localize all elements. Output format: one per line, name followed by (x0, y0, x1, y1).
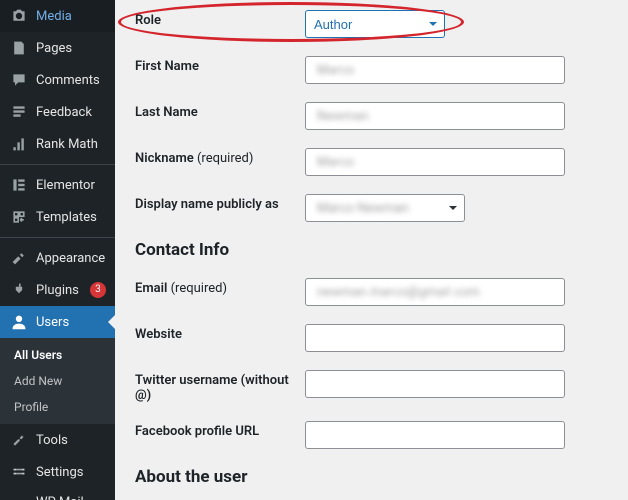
sidebar-label: Feedback (36, 105, 92, 120)
tools-icon (10, 431, 28, 449)
page-icon (10, 39, 28, 57)
sidebar-item-rankmath[interactable]: Rank Math (0, 128, 115, 160)
row-facebook: Facebook profile URL (135, 421, 608, 449)
sidebar-label: Comments (36, 73, 100, 88)
heading-contact-info: Contact Info (135, 240, 608, 260)
sidebar-label: Elementor (36, 178, 95, 193)
sidebar-label: Templates (36, 210, 97, 225)
nickname-input[interactable] (305, 148, 565, 176)
website-input[interactable] (305, 324, 565, 352)
row-last-name: Last Name Newman (135, 102, 608, 130)
row-nickname: Nickname (required) Marco (135, 148, 608, 176)
sidebar-item-tools[interactable]: Tools (0, 424, 115, 456)
sidebar-item-plugins[interactable]: Plugins 3 (0, 274, 115, 306)
sidebar-label: Users (36, 315, 69, 330)
sidebar-separator (0, 164, 115, 165)
sidebar-item-users[interactable]: Users (0, 306, 115, 338)
sidebar-item-settings[interactable]: Settings (0, 456, 115, 488)
label-first-name: First Name (135, 56, 305, 74)
sidebar-label: Plugins (36, 283, 79, 298)
sidebar-item-media[interactable]: Media (0, 0, 115, 32)
user-icon (10, 313, 28, 331)
elementor-icon (10, 176, 28, 194)
facebook-input[interactable] (305, 421, 565, 449)
label-email: Email (required) (135, 278, 305, 296)
submenu-all-users[interactable]: All Users (0, 342, 115, 368)
last-name-input[interactable] (305, 102, 565, 130)
templates-icon (10, 208, 28, 226)
sidebar-separator (0, 237, 115, 238)
plugin-icon (10, 281, 28, 299)
sidebar-label: Settings (36, 465, 83, 480)
label-twitter: Twitter username (without @) (135, 370, 305, 403)
rankmath-icon (10, 135, 28, 153)
submenu-add-new[interactable]: Add New (0, 368, 115, 394)
settings-icon (10, 463, 28, 481)
sidebar-item-elementor[interactable]: Elementor (0, 169, 115, 201)
sidebar-label: WP Mail SMTP (36, 495, 107, 500)
email-input[interactable] (305, 278, 565, 306)
sidebar-label: Media (36, 9, 72, 24)
sidebar-item-pages[interactable]: Pages (0, 32, 115, 64)
label-facebook: Facebook profile URL (135, 421, 305, 439)
twitter-input[interactable] (305, 370, 565, 398)
heading-about-user: About the user (135, 467, 608, 487)
display-name-select[interactable] (305, 194, 465, 222)
label-display-name: Display name publicly as (135, 194, 305, 212)
sidebar-item-feedback[interactable]: Feedback (0, 96, 115, 128)
plugin-update-badge: 3 (90, 282, 106, 298)
row-display-name: Display name publicly as Marco Newman (135, 194, 608, 222)
row-first-name: First Name Marco (135, 56, 608, 84)
row-role: Role Author (135, 10, 608, 38)
sidebar-item-comments[interactable]: Comments (0, 64, 115, 96)
sidebar-label: Appearance (36, 251, 105, 266)
sidebar-label: Pages (36, 41, 72, 56)
first-name-input[interactable] (305, 56, 565, 84)
feedback-icon (10, 103, 28, 121)
submenu-profile[interactable]: Profile (0, 394, 115, 420)
role-select[interactable]: Author (305, 10, 445, 38)
sidebar-item-wpmailsmtp[interactable]: WP Mail SMTP (0, 488, 115, 500)
label-role: Role (135, 10, 305, 28)
label-website: Website (135, 324, 305, 342)
label-nickname: Nickname (required) (135, 148, 305, 166)
main-content: Role Author First Name Marco Last Name N… (115, 0, 628, 500)
users-submenu: All Users Add New Profile (0, 338, 115, 424)
label-last-name: Last Name (135, 102, 305, 120)
admin-sidebar: Media Pages Comments Feedback Rank Math … (0, 0, 115, 500)
row-twitter: Twitter username (without @) (135, 370, 608, 403)
row-website: Website (135, 324, 608, 352)
appearance-icon (10, 249, 28, 267)
sidebar-label: Rank Math (36, 137, 98, 152)
sidebar-item-appearance[interactable]: Appearance (0, 242, 115, 274)
comment-icon (10, 71, 28, 89)
sidebar-item-templates[interactable]: Templates (0, 201, 115, 233)
sidebar-label: Tools (36, 433, 68, 448)
media-icon (10, 7, 28, 25)
row-email: Email (required) newman.marco@gmail.com (135, 278, 608, 306)
